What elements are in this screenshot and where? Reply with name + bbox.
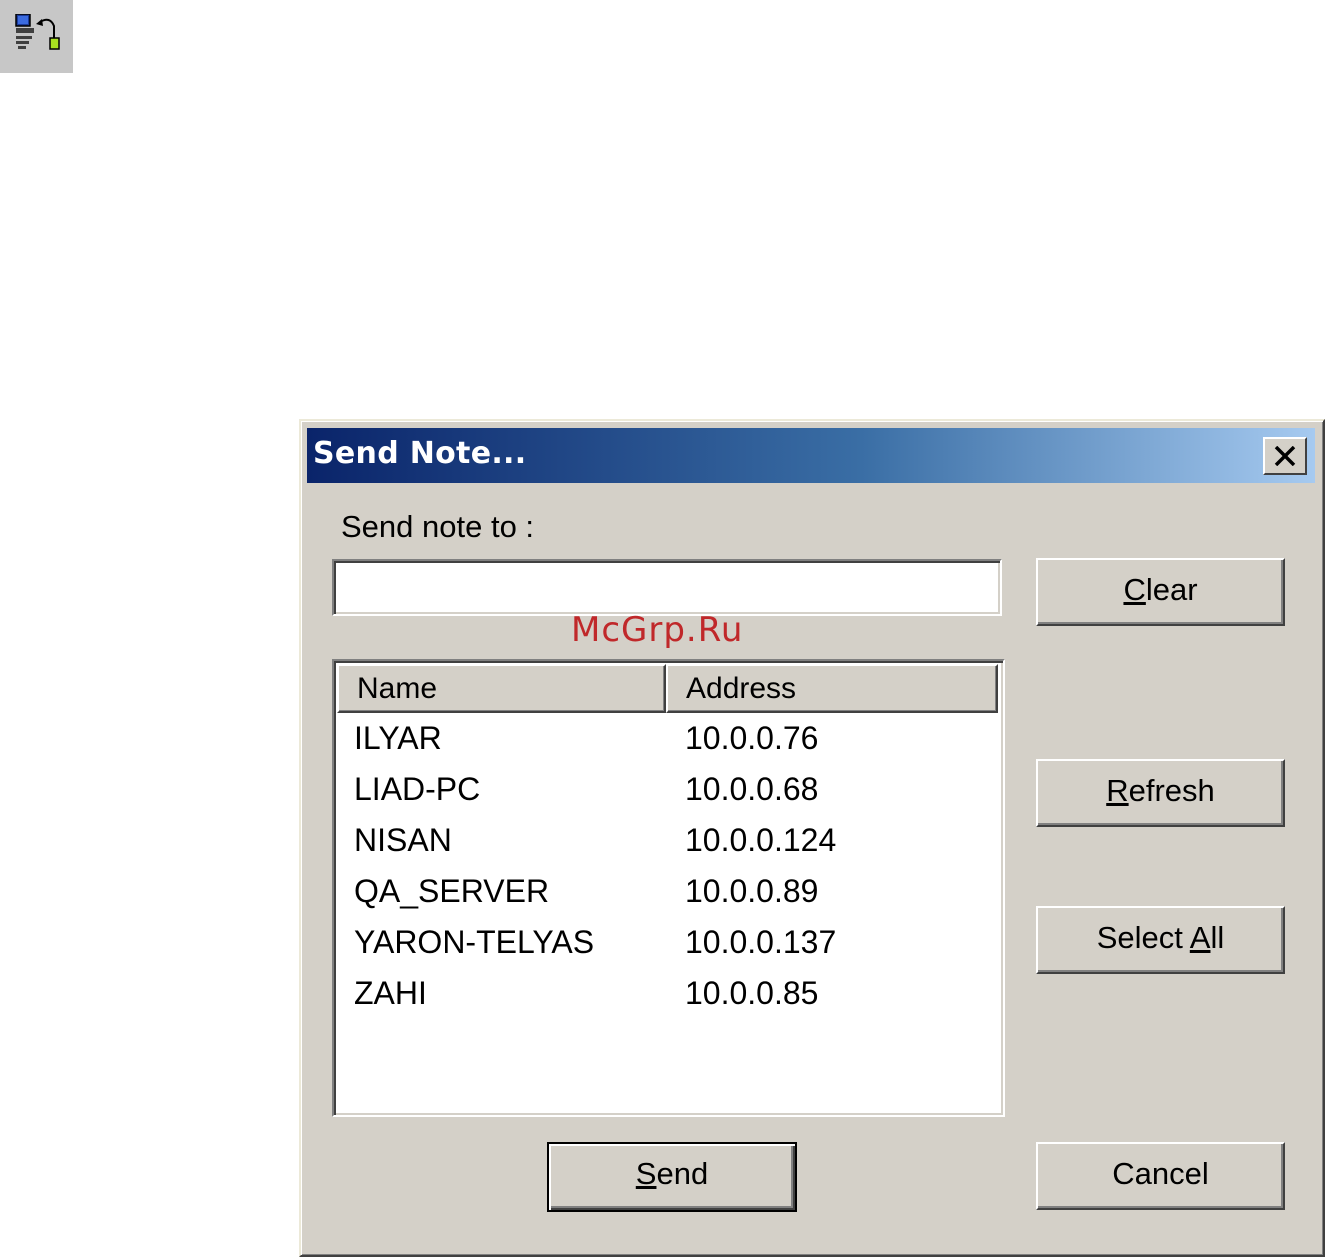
send-note-to-input[interactable] [332, 559, 1002, 616]
list-item[interactable]: ILYAR 10.0.0.76 [337, 715, 997, 766]
list-item[interactable]: LIAD-PC 10.0.0.68 [337, 766, 997, 817]
row-name: QA_SERVER [354, 873, 550, 909]
refresh-button[interactable]: Refresh [1036, 759, 1285, 827]
close-button[interactable] [1263, 437, 1307, 475]
column-header-name[interactable]: Name [337, 664, 666, 713]
send-note-toolbar-button[interactable] [0, 0, 73, 73]
network-note-icon [15, 14, 60, 50]
send-note-dialog: Send Note... Send note to : Name Address… [299, 419, 1325, 1257]
list-item[interactable]: ZAHI 10.0.0.85 [337, 970, 997, 1021]
row-name: YARON-TELYAS [354, 924, 595, 960]
row-address: 10.0.0.89 [685, 873, 819, 909]
list-item[interactable]: YARON-TELYAS 10.0.0.137 [337, 919, 997, 970]
row-name: NISAN [354, 822, 452, 858]
dialog-title: Send Note... [313, 436, 527, 471]
row-name: ZAHI [354, 975, 427, 1011]
cancel-button[interactable]: Cancel [1036, 1142, 1285, 1210]
refresh-accel: R [1106, 773, 1129, 808]
watermark: McGrp.Ru [571, 610, 744, 650]
list-rows: ILYAR 10.0.0.76 LIAD-PC 10.0.0.68 NISAN 10.… [337, 715, 997, 1021]
select-all-label-post: ll [1210, 920, 1225, 955]
send-button[interactable]: Send [547, 1142, 797, 1212]
column-header-address[interactable]: Address [666, 664, 998, 713]
close-icon [1274, 446, 1296, 466]
row-address: 10.0.0.85 [685, 975, 819, 1011]
send-note-to-label: Send note to : [341, 509, 535, 544]
send-accel: S [635, 1156, 657, 1191]
clear-button[interactable]: Clear [1036, 558, 1285, 626]
row-address: 10.0.0.137 [685, 924, 837, 960]
send-label-post: end [656, 1156, 709, 1191]
row-address: 10.0.0.124 [685, 822, 837, 858]
list-item[interactable]: NISAN 10.0.0.124 [337, 817, 997, 868]
refresh-label-post: efresh [1128, 773, 1215, 808]
clear-accel: C [1123, 572, 1146, 607]
row-address: 10.0.0.68 [685, 771, 819, 807]
title-bar[interactable]: Send Note... [307, 428, 1315, 483]
list-item[interactable]: QA_SERVER 10.0.0.89 [337, 868, 997, 919]
cancel-label: Cancel [1112, 1156, 1209, 1191]
clear-label-post: lear [1145, 572, 1198, 607]
list-header: Name Address [337, 664, 998, 713]
select-all-button[interactable]: Select All [1036, 906, 1285, 974]
select-all-accel: A [1189, 920, 1211, 955]
select-all-label-pre: Select [1096, 920, 1190, 955]
row-address: 10.0.0.76 [685, 720, 819, 756]
recipients-list[interactable]: Name Address ILYAR 10.0.0.76 LIAD-PC 10.0.… [332, 659, 1005, 1117]
row-name: ILYAR [354, 720, 442, 756]
row-name: LIAD-PC [354, 771, 481, 807]
